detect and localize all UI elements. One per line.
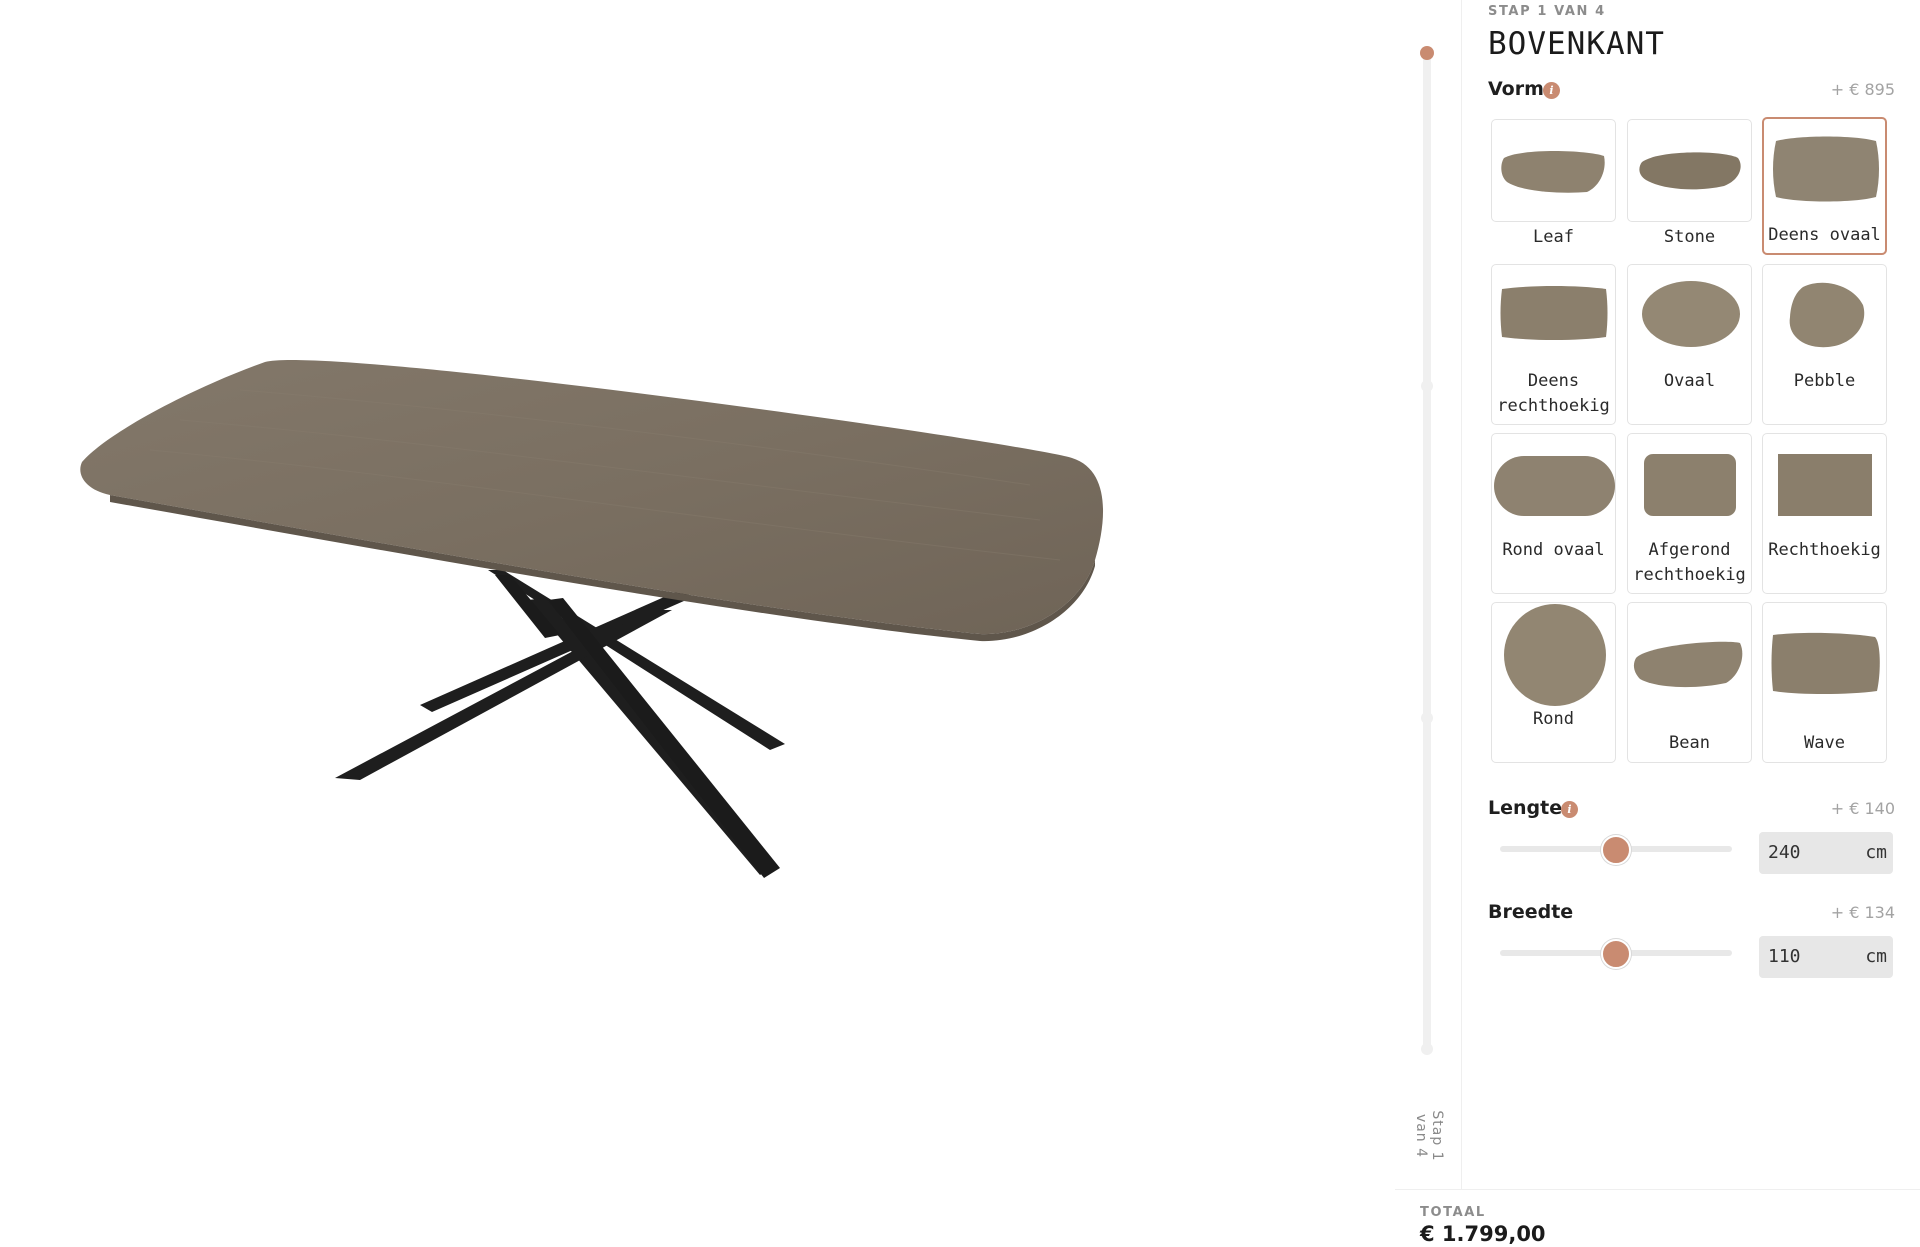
vorm-title: Vorm bbox=[1488, 78, 1544, 100]
progress-dot-4[interactable] bbox=[1421, 1043, 1433, 1055]
shape-label: Rechthoekig bbox=[1768, 540, 1881, 560]
table-preview[interactable] bbox=[0, 0, 1395, 1247]
shape-label: Leaf bbox=[1533, 227, 1574, 247]
shape-option-wave[interactable]: Wave bbox=[1762, 602, 1887, 763]
vorm-header: Vorm i + € 895 bbox=[1488, 78, 1895, 102]
shape-label: Afgerond rechthoekig bbox=[1633, 540, 1746, 585]
lengte-value[interactable]: 240 bbox=[1768, 842, 1801, 863]
shape-label: Wave bbox=[1804, 733, 1845, 753]
step-vertical-label: Stap 1 van 4 bbox=[1413, 1110, 1445, 1162]
progress-dot-2[interactable] bbox=[1421, 380, 1433, 392]
shape-label: Bean bbox=[1669, 733, 1710, 753]
shape-option-pebble[interactable]: Pebble bbox=[1762, 264, 1887, 425]
breedte-value[interactable]: 110 bbox=[1768, 946, 1801, 967]
progress-dot-3[interactable] bbox=[1421, 712, 1433, 724]
shape-thumb-stone bbox=[1639, 152, 1741, 190]
shape-thumb-deens-ovaal bbox=[1773, 136, 1879, 202]
shape-thumb-afgerond-rechthoekig bbox=[1644, 454, 1736, 516]
shape-thumb-wave bbox=[1771, 632, 1880, 694]
shape-thumb-bean bbox=[1633, 641, 1743, 688]
footer-divider bbox=[1395, 1189, 1920, 1190]
lengte-slider-thumb[interactable] bbox=[1601, 835, 1631, 865]
table-top bbox=[80, 360, 1104, 635]
shape-label: Stone bbox=[1663, 227, 1716, 247]
lengte-price: + € 140 bbox=[1830, 799, 1895, 818]
shape-option-bean[interactable]: Bean bbox=[1627, 602, 1752, 763]
shape-option-deens-ovaal[interactable]: Deens ovaal bbox=[1762, 117, 1887, 255]
breedte-price: + € 134 bbox=[1830, 903, 1895, 922]
shape-option-afgerond-rechthoekig[interactable]: Afgerond rechthoekig bbox=[1627, 433, 1752, 594]
shape-option-ovaal[interactable]: Ovaal bbox=[1627, 264, 1752, 425]
lengte-header: Lengte i + € 140 bbox=[1488, 797, 1895, 821]
shape-label: Deens ovaal bbox=[1768, 225, 1881, 245]
progress-current-dot[interactable] bbox=[1420, 46, 1434, 60]
info-icon[interactable]: i bbox=[1561, 801, 1578, 818]
lengte-input[interactable]: 240 cm bbox=[1759, 832, 1893, 874]
shape-option-rond[interactable]: Rond bbox=[1491, 602, 1616, 763]
shape-label: Pebble bbox=[1793, 371, 1856, 391]
step-label: STAP 1 VAN 4 bbox=[1488, 4, 1606, 19]
shape-thumb-deens-rechthoekig bbox=[1500, 286, 1608, 340]
shape-thumb-pebble bbox=[1789, 282, 1865, 348]
total-label: TOTAAL bbox=[1420, 1205, 1486, 1220]
shape-thumb-ovaal bbox=[1642, 281, 1740, 347]
breedte-title: Breedte bbox=[1488, 901, 1574, 923]
shape-option-rechthoekig[interactable]: Rechthoekig bbox=[1762, 433, 1887, 594]
shape-label: Rond bbox=[1533, 709, 1574, 729]
shape-thumb-rond bbox=[1504, 604, 1606, 706]
progress-track bbox=[1423, 52, 1431, 1050]
shape-option-rond-ovaal[interactable]: Rond ovaal bbox=[1491, 433, 1616, 594]
shape-label: Ovaal bbox=[1663, 371, 1716, 391]
breedte-unit: cm bbox=[1865, 946, 1887, 967]
lengte-unit: cm bbox=[1865, 842, 1887, 863]
shape-option-stone[interactable]: Stone bbox=[1627, 119, 1752, 247]
page-title: BOVENKANT bbox=[1488, 26, 1665, 62]
shape-thumb-rechthoekig bbox=[1778, 454, 1872, 516]
breedte-slider-thumb[interactable] bbox=[1601, 939, 1631, 969]
breedte-header: Breedte + € 134 bbox=[1488, 901, 1895, 925]
table-legs bbox=[335, 570, 785, 875]
breedte-input[interactable]: 110 cm bbox=[1759, 936, 1893, 978]
shape-option-deens-rechthoekig[interactable]: Deens rechthoekig bbox=[1491, 264, 1616, 425]
total-value: € 1.799,00 bbox=[1420, 1222, 1546, 1246]
info-icon[interactable]: i bbox=[1543, 82, 1560, 99]
vorm-price: + € 895 bbox=[1830, 80, 1895, 99]
lengte-title: Lengte bbox=[1488, 797, 1563, 819]
table-render bbox=[80, 360, 1104, 878]
shape-label: Deens rechthoekig bbox=[1497, 371, 1610, 416]
shape-thumb-leaf bbox=[1501, 151, 1605, 193]
panel-divider bbox=[1461, 0, 1462, 1190]
shape-thumb-rond-ovaal bbox=[1494, 456, 1615, 516]
shape-label: Rond ovaal bbox=[1502, 540, 1605, 560]
shape-option-leaf[interactable]: Leaf bbox=[1491, 119, 1616, 247]
